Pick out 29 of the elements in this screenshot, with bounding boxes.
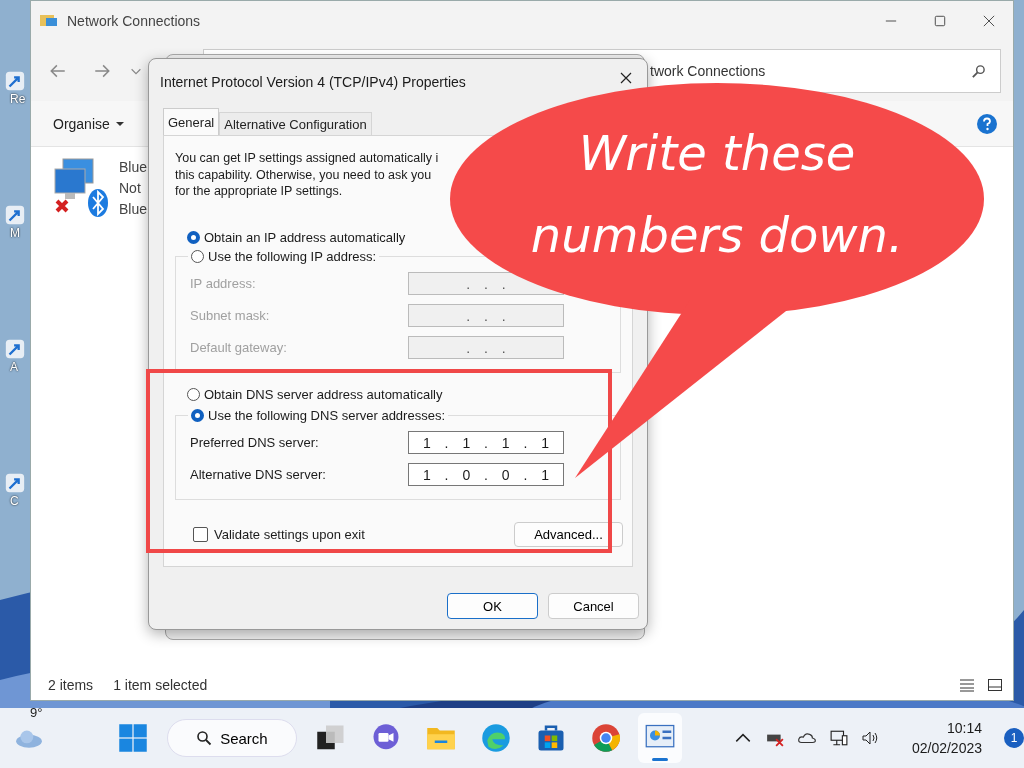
connection-text: Not — [119, 179, 142, 198]
radio-label: Use the following DNS server addresses: — [208, 407, 445, 423]
intro-text: for the appropriate IP settings. — [175, 183, 344, 200]
intro-text: this capability. Otherwise, you need to ask you — [175, 166, 433, 183]
status-text: 1 item selected — [113, 677, 208, 693]
connection-text: Blue — [119, 200, 148, 219]
intro-text: You can get IP settings assigned automatically i — [175, 150, 440, 167]
desktop-icon-label: M — [10, 226, 20, 240]
window-title: Network Connections — [67, 13, 201, 29]
checkbox-label: Validate settings upon exit — [214, 526, 365, 542]
radio-label: Obtain DNS server address automatically — [204, 386, 443, 402]
address-text: twork Connections — [650, 63, 766, 79]
clock-time: 10:14 — [946, 719, 982, 738]
field-label: Default gateway: — [190, 340, 287, 355]
dialog-title: Internet Protocol Version 4 (TCP/IPv4) Properties — [160, 74, 466, 90]
status-text: 2 items — [48, 677, 94, 693]
temperature-text: 9° — [30, 705, 43, 720]
clock-date: 02/02/2023 — [911, 739, 982, 758]
field-label: Subnet mask: — [190, 308, 270, 323]
desktop-icon-label: Re — [10, 92, 26, 106]
desktop-icon-label: C — [10, 494, 19, 508]
callout-text: Write these numbers down. — [529, 124, 905, 265]
field-label: Alternative DNS server: — [190, 467, 326, 482]
radio-label: Use the following IP address: — [208, 248, 377, 264]
connection-text: Blue — [119, 158, 148, 177]
field-label: IP address: — [190, 276, 256, 291]
field-label: Preferred DNS server: — [190, 435, 319, 450]
desktop-icon-label: A — [10, 360, 18, 374]
radio-label: Obtain an IP address automatically — [204, 229, 406, 245]
